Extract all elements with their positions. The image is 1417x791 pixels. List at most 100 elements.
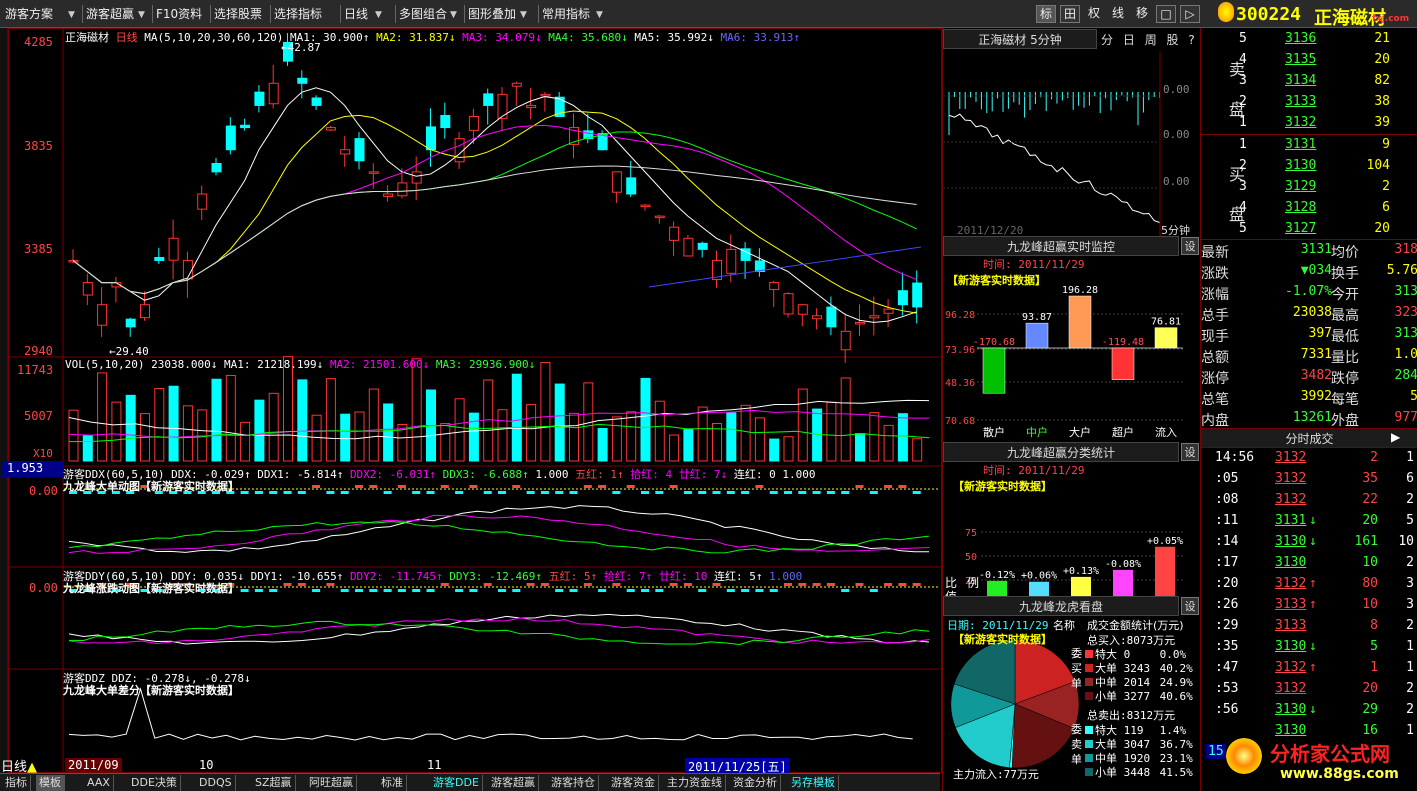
menu-select-stock[interactable]: 选择股票 [210,5,265,23]
tick-row[interactable]: :26 3133 ↑ 10 3 [1201,595,1417,616]
menu-guest-scheme[interactable]: 游客方案 [2,5,56,23]
tick-volume: 5 [1370,639,1378,654]
classify-bar [1029,581,1049,596]
y-tick: 3385 [24,242,53,256]
classify-settings-button[interactable]: 设 [1181,443,1199,461]
dropdown-arrow-icon[interactable]: ▼ [520,10,527,20]
tick-row[interactable]: :11 3131 ↓ 20 5 [1201,511,1417,532]
orderbook-row[interactable]: 1 3132 39 [1201,113,1417,134]
minute-y-tick: 0.00 [1163,128,1190,141]
tab-week[interactable]: 周 [1145,33,1157,47]
tab-aax[interactable]: AAX [84,775,114,791]
row-kind: 小单 [1095,690,1117,703]
ticks-expand-icon[interactable]: ▶ [1391,430,1400,444]
tick-row[interactable]: :05 3132 35 6 [1201,469,1417,490]
dropdown-arrow-icon[interactable]: ▼ [450,10,457,20]
tab-sz-chaoying[interactable]: SZ超赢 [252,775,296,791]
line-button[interactable]: 线 [1108,5,1128,23]
tick-row[interactable]: :14 3130 ↓ 161 10 [1201,532,1417,553]
orderbook-row[interactable]: 3 3129 2 [1201,177,1417,198]
mark-button[interactable]: 标 [1036,5,1056,23]
play-button[interactable]: ▷ [1180,5,1200,23]
orderbook-row[interactable]: 3 3134 82 [1201,71,1417,92]
tick-row[interactable]: :17 3130 10 2 [1201,553,1417,574]
volume-bar [97,372,108,462]
level: 4 [1239,52,1247,67]
monitor-time: 时间: 2011/11/29 [983,258,1085,271]
monitor-settings-button[interactable]: 设 [1181,237,1199,255]
menu-overlay[interactable]: 图形叠加 [464,5,519,23]
dropdown-arrow-icon[interactable]: ▼ [68,10,75,20]
indicator-column: 正海磁材 5分钟 分 日 周 股 ? 0.00 0.00 0.00 2011/1… [942,28,1200,791]
tab-indicator[interactable]: 指标 [2,775,31,791]
stat-row: 涨跌 ▼034 换手 5.76 [1201,261,1417,282]
volume-bar [240,421,251,462]
tab-stock[interactable]: 股 [1167,33,1179,47]
menu-common-indicator[interactable]: 常用指标 [538,5,593,23]
dropdown-arrow-icon[interactable]: ▼ [375,10,382,20]
dragon-settings-button[interactable]: 设 [1181,597,1199,615]
tick-row[interactable]: :53 3132 20 2 [1201,679,1417,700]
tab-fund-analysis[interactable]: 资金分析 [730,775,781,791]
menu-guest-chaoying[interactable]: 游客超赢 [82,5,137,23]
menu-daily[interactable]: 日线 [340,5,371,23]
tick-row[interactable]: :35 3130 ↓ 5 1 [1201,637,1417,658]
window-button[interactable]: □ [1156,5,1176,23]
chart-area[interactable]: 正海磁材 日线 MA(5,10,20,30,60,120) MA1: 30.90… [1,28,943,775]
volume-bar [182,405,193,462]
orderbook-row[interactable]: 4 3128 6 [1201,198,1417,219]
tab-main-funds-line[interactable]: 主力资金线 [664,775,726,791]
tick-row[interactable]: :47 3132 ↑ 1 1 [1201,658,1417,679]
candle-body [168,237,179,261]
tab-standard[interactable]: 标准 [378,775,407,791]
left-side-strip[interactable] [0,28,8,773]
tick-time: :29 [1215,618,1239,633]
tab-template[interactable]: 模板 [36,775,65,791]
tab-guest-dde[interactable]: 游客DDE [430,775,483,791]
tick-volume: 1 [1370,660,1378,675]
classify-pct: +0.05% [1147,536,1183,547]
tab-ddqs[interactable]: DDQS [196,775,236,791]
orderbook-row[interactable]: 2 3133 38 [1201,92,1417,113]
tick-row[interactable]: :20 3132 ↑ 80 3 [1201,574,1417,595]
ddy-bar [340,589,349,592]
tick-row[interactable]: :56 3130 ↓ 29 2 [1201,700,1417,721]
menu-f10[interactable]: F10资料 [152,5,205,23]
stat-label: 每笔 [1331,392,1359,408]
tab-dde-decision[interactable]: DDE决策 [128,775,181,791]
row-kind: 小单 [1095,766,1117,779]
ddx-bar [283,491,292,494]
menu-select-indicator[interactable]: 选择指标 [270,5,325,23]
tick-row[interactable]: :29 3133 8 2 [1201,616,1417,637]
orderbook-row[interactable]: 2 3130 104 [1201,156,1417,177]
tab-guest-holdings[interactable]: 游客持仓 [548,775,599,791]
tab-guest-funds[interactable]: 游客资金 [608,775,659,791]
classify-bar [1071,576,1091,596]
ddx-bar [855,485,864,488]
orderbook-row[interactable]: 5 3127 20 [1201,219,1417,240]
tick-row[interactable]: 14:56 3132 2 1 [1201,448,1417,469]
tick-row[interactable]: :08 3132 22 2 [1201,490,1417,511]
tab-minute[interactable]: 分 [1101,33,1113,47]
stat-row: 总额 7331 量比 1.0 [1201,345,1417,366]
orderbook-row[interactable]: 1 3131 9 [1201,135,1417,156]
dropdown-arrow-icon[interactable]: ▼ [596,10,603,20]
volume-bar [540,361,551,462]
orderbook-row[interactable]: 5 3136 21 [1201,29,1417,50]
stat-label: 内盘 [1201,413,1229,429]
tab-awang[interactable]: 阿旺超赢 [306,775,357,791]
tab-save-template[interactable]: 另存模板 [788,775,839,791]
grid-button[interactable]: 田 [1060,5,1080,23]
help-icon[interactable]: ? [1188,33,1194,47]
dropdown-arrow-icon[interactable]: ▼ [138,10,145,20]
rights-button[interactable]: 权 [1084,5,1104,23]
ddx-nianhong: 廿红: 7↓ [678,468,728,481]
tab-guest-chaoying[interactable]: 游客超赢 [488,775,539,791]
menu-multi-chart[interactable]: 多图组合 [395,5,450,23]
minute-chart-canvas[interactable] [943,52,1201,238]
move-button[interactable]: 移 [1132,5,1152,23]
stat-value: 7331 [1300,347,1332,362]
chart-canvas[interactable] [9,29,943,774]
tab-day[interactable]: 日 [1123,33,1135,47]
orderbook-row[interactable]: 4 3135 20 [1201,50,1417,71]
